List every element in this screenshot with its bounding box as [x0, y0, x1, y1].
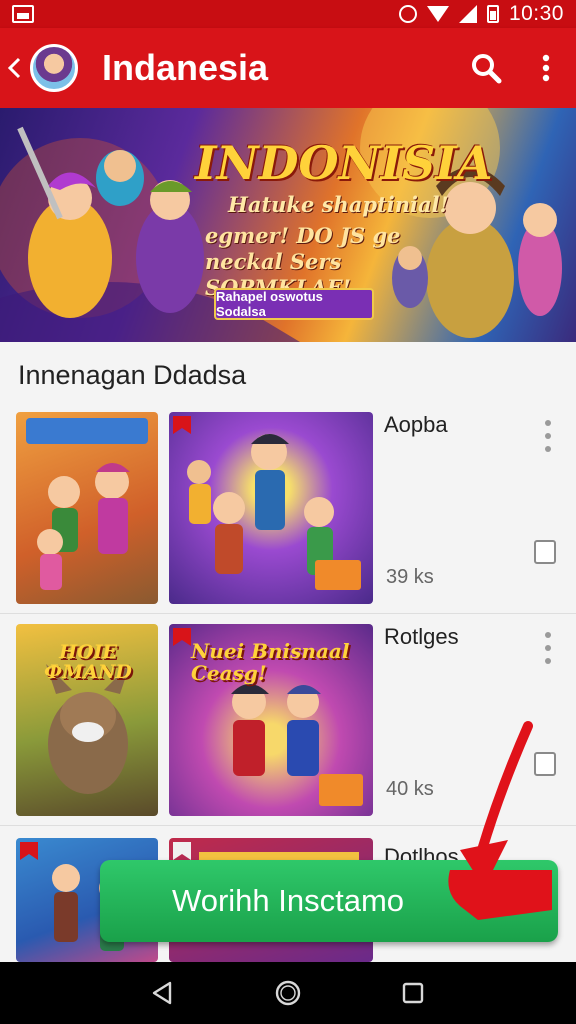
banner-subtitle: Hatuke shaptinial! — [228, 192, 449, 217]
game-thumbnail[interactable] — [169, 412, 373, 604]
item-menu-button[interactable] — [538, 628, 558, 668]
game-thumbnail[interactable] — [16, 412, 158, 604]
phone-screen: 10:30 Indanesia INDONISIA Hatuke shaptin… — [0, 0, 576, 1024]
item-menu-button[interactable] — [538, 416, 558, 456]
item-title: Aopba — [384, 412, 448, 437]
item-checkbox[interactable] — [534, 540, 556, 564]
search-button[interactable] — [456, 28, 516, 108]
thumbnail-artwork — [173, 416, 361, 590]
system-nav-bar — [0, 962, 576, 1024]
battery-icon — [486, 5, 499, 23]
nav-home-icon[interactable] — [275, 980, 301, 1006]
wifi-icon — [426, 6, 449, 22]
back-button[interactable] — [0, 28, 28, 108]
more-vert-icon — [542, 54, 550, 82]
thumbnail-title: HOIE ФMAND — [44, 641, 132, 683]
banner-cta-button[interactable]: Rahapel oswotus Sodalsa — [214, 288, 374, 320]
promo-banner[interactable]: INDONISIA Hatuke shaptinial! egmer! DO J… — [0, 108, 576, 342]
thumbnail-title: Nuei Bnisnaal Ceasg! — [191, 639, 350, 685]
search-icon — [472, 54, 502, 84]
avatar[interactable] — [30, 44, 78, 92]
status-icons: 10:30 — [398, 2, 564, 26]
item-title: Rotlges — [384, 624, 459, 649]
thumbnail-artwork — [26, 418, 148, 590]
game-thumbnail[interactable]: HOIE ФMAND — [16, 624, 158, 816]
section-title: Innenagan Ddadsa — [18, 360, 247, 390]
alarm-icon — [398, 5, 417, 23]
item-size: 39 ks — [386, 566, 434, 588]
red-arrow-overlay — [448, 721, 552, 920]
app-bar: Indanesia — [0, 28, 576, 108]
page-title: Indanesia — [102, 47, 269, 88]
nav-back-icon[interactable] — [150, 980, 176, 1006]
status-bar: 10:30 — [0, 0, 576, 28]
list-item[interactable]: Aopba 39 ks — [0, 402, 576, 614]
clock: 10:30 — [508, 2, 564, 25]
game-thumbnail[interactable]: Nuei Bnisnaal Ceasg! — [169, 624, 373, 816]
banner-title: INDONISIA — [195, 136, 493, 190]
signal-icon — [458, 5, 477, 23]
overflow-menu-button[interactable] — [516, 28, 576, 108]
nav-recents-icon[interactable] — [400, 980, 426, 1006]
gallery-notification-icon — [12, 5, 34, 23]
chevron-left-icon — [7, 57, 21, 79]
